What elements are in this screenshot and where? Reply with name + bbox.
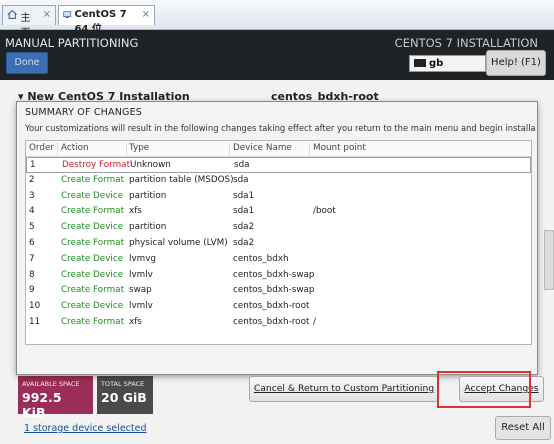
done-button[interactable]: Done (6, 52, 48, 74)
tab-centos-vm[interactable]: CentOS 7 64 位 × (58, 5, 155, 35)
page-title: MANUAL PARTITIONING (5, 36, 139, 50)
available-space-value: 992.5 KiB (22, 390, 62, 420)
row-device: centos_bdxh-swap (233, 269, 315, 280)
row-action: Destroy Format (62, 160, 131, 170)
row-action: Create Format (61, 317, 125, 327)
row-action: Create Device (61, 190, 124, 201)
row-device: sda2 (233, 222, 255, 233)
row-action: Create Device (61, 269, 124, 280)
reset-all-button[interactable]: Reset All (495, 416, 551, 440)
row-action: Create Format (61, 206, 125, 217)
product-title: CENTOS 7 INSTALLATION (394, 36, 538, 50)
row-device: sda (233, 174, 249, 185)
total-space-value: 20 GiB (101, 390, 147, 405)
row-order: 10 (29, 301, 41, 312)
row-type: xfs (129, 206, 142, 217)
table-row[interactable]: 5 Create Device partition sda2 (26, 220, 531, 236)
column-header-order[interactable]: Order (29, 143, 54, 153)
table-row[interactable]: 4 Create Format xfs sda1/boot (26, 204, 531, 220)
row-type: partition table (MSDOS) (129, 174, 234, 185)
row-device: centos_bdxh (233, 253, 289, 264)
row-type: lvmvg (129, 253, 157, 264)
row-device: sda2 (233, 238, 255, 248)
column-header-device[interactable]: Device Name (233, 143, 292, 153)
available-space-block: AVAILABLE SPACE 992.5 KiB (18, 376, 93, 420)
available-space-label: AVAILABLE SPACE (22, 380, 80, 388)
row-type: swap (129, 285, 152, 296)
row-mount: /boot (313, 206, 336, 217)
column-divider (57, 143, 58, 155)
row-action: Create Device (61, 301, 124, 312)
installer-window: MANUAL PARTITIONING Done CENTOS 7 INSTAL… (0, 30, 554, 444)
table-header: Order Action Type Device Name Mount poin… (26, 141, 531, 157)
row-type: partition (129, 190, 167, 201)
row-device: sda1 (233, 190, 255, 201)
table-row[interactable]: 9 Create Format swap centos_bdxh-swap (26, 283, 531, 299)
vm-icon (63, 11, 72, 19)
column-divider (126, 143, 127, 155)
summary-of-changes-dialog: SUMMARY OF CHANGES Your customizations w… (16, 101, 544, 402)
column-divider (229, 143, 230, 155)
row-action: Create Format (61, 174, 125, 185)
row-order: 7 (29, 253, 35, 264)
row-action: Create Device (61, 253, 124, 264)
storage-device-link[interactable]: 1 storage device selected (24, 423, 147, 434)
row-order: 4 (29, 206, 35, 217)
cancel-return-label: Cancel & Return to Custom Partitioning (253, 383, 435, 394)
row-order: 3 (29, 190, 35, 201)
keyboard-layout-label: gb (429, 58, 444, 69)
keyboard-layout-indicator[interactable]: gb (409, 55, 486, 72)
total-space-label: TOTAL SPACE (101, 380, 145, 388)
table-row[interactable]: 6 Create Format physical volume (LVM) sda2 (26, 236, 531, 252)
tab-home-close-icon[interactable]: × (43, 9, 51, 20)
table-row[interactable]: 8 Create Device lvmlv centos_bdxh-swap (26, 268, 531, 284)
home-icon (7, 9, 17, 19)
row-type: lvmlv (129, 301, 153, 312)
column-header-type[interactable]: Type (129, 143, 149, 153)
row-type: Unknown (130, 160, 171, 170)
row-device: centos_bdxh-swap (233, 285, 315, 296)
row-device: sda1 (233, 206, 255, 217)
table-row[interactable]: 11 Create Format xfs centos_bdxh-root / (26, 315, 531, 331)
tab-centos-vm-close-icon[interactable]: × (142, 9, 150, 20)
cancel-return-button[interactable]: Cancel & Return to Custom Partitioning (249, 376, 439, 402)
row-action: Create Format (61, 238, 125, 248)
keyboard-icon (414, 59, 426, 67)
row-order: 2 (29, 174, 35, 185)
dialog-subtitle: Your customizations will result in the f… (25, 123, 535, 133)
table-row[interactable]: 3 Create Device partition sda1 (26, 189, 531, 205)
row-device: centos_bdxh-root (233, 317, 310, 327)
vm-tab-bar: 主页 × CentOS 7 64 位 × (0, 0, 554, 39)
column-divider (309, 143, 310, 155)
row-device: sda (234, 160, 250, 170)
row-type: lvmlv (129, 269, 153, 280)
row-device: centos_bdxh-root (233, 301, 310, 312)
table-row[interactable]: 10 Create Device lvmlv centos_bdxh-root (26, 299, 531, 315)
column-header-mount[interactable]: Mount point (313, 143, 366, 153)
tab-home[interactable]: 主页 × (2, 5, 56, 39)
changes-table[interactable]: Order Action Type Device Name Mount poin… (25, 140, 532, 345)
row-order: 5 (29, 222, 35, 233)
row-order: 6 (29, 238, 35, 248)
row-order: 8 (29, 269, 35, 280)
row-type: xfs (129, 317, 142, 327)
table-row[interactable]: 7 Create Device lvmvg centos_bdxh (26, 252, 531, 268)
table-row[interactable]: 2 Create Format partition table (MSDOS) sda (26, 173, 531, 189)
dialog-title: SUMMARY OF CHANGES (25, 107, 143, 118)
row-type: physical volume (LVM) (129, 238, 228, 248)
accept-highlight-box (437, 371, 531, 408)
help-button[interactable]: Help! (F1) (486, 50, 546, 76)
side-scroll-handle[interactable] (544, 230, 554, 290)
installer-header: MANUAL PARTITIONING Done CENTOS 7 INSTAL… (0, 30, 554, 80)
row-order: 11 (29, 317, 41, 327)
row-type: partition (129, 222, 167, 233)
row-mount: / (313, 317, 316, 327)
row-action: Create Format (61, 285, 125, 296)
total-space-block: TOTAL SPACE 20 GiB (97, 376, 153, 414)
column-header-action[interactable]: Action (61, 143, 89, 153)
table-row[interactable]: 1 Destroy Format Unknown sda (26, 157, 531, 173)
row-action: Create Device (61, 222, 124, 233)
row-order: 1 (30, 160, 36, 170)
row-order: 9 (29, 285, 35, 296)
